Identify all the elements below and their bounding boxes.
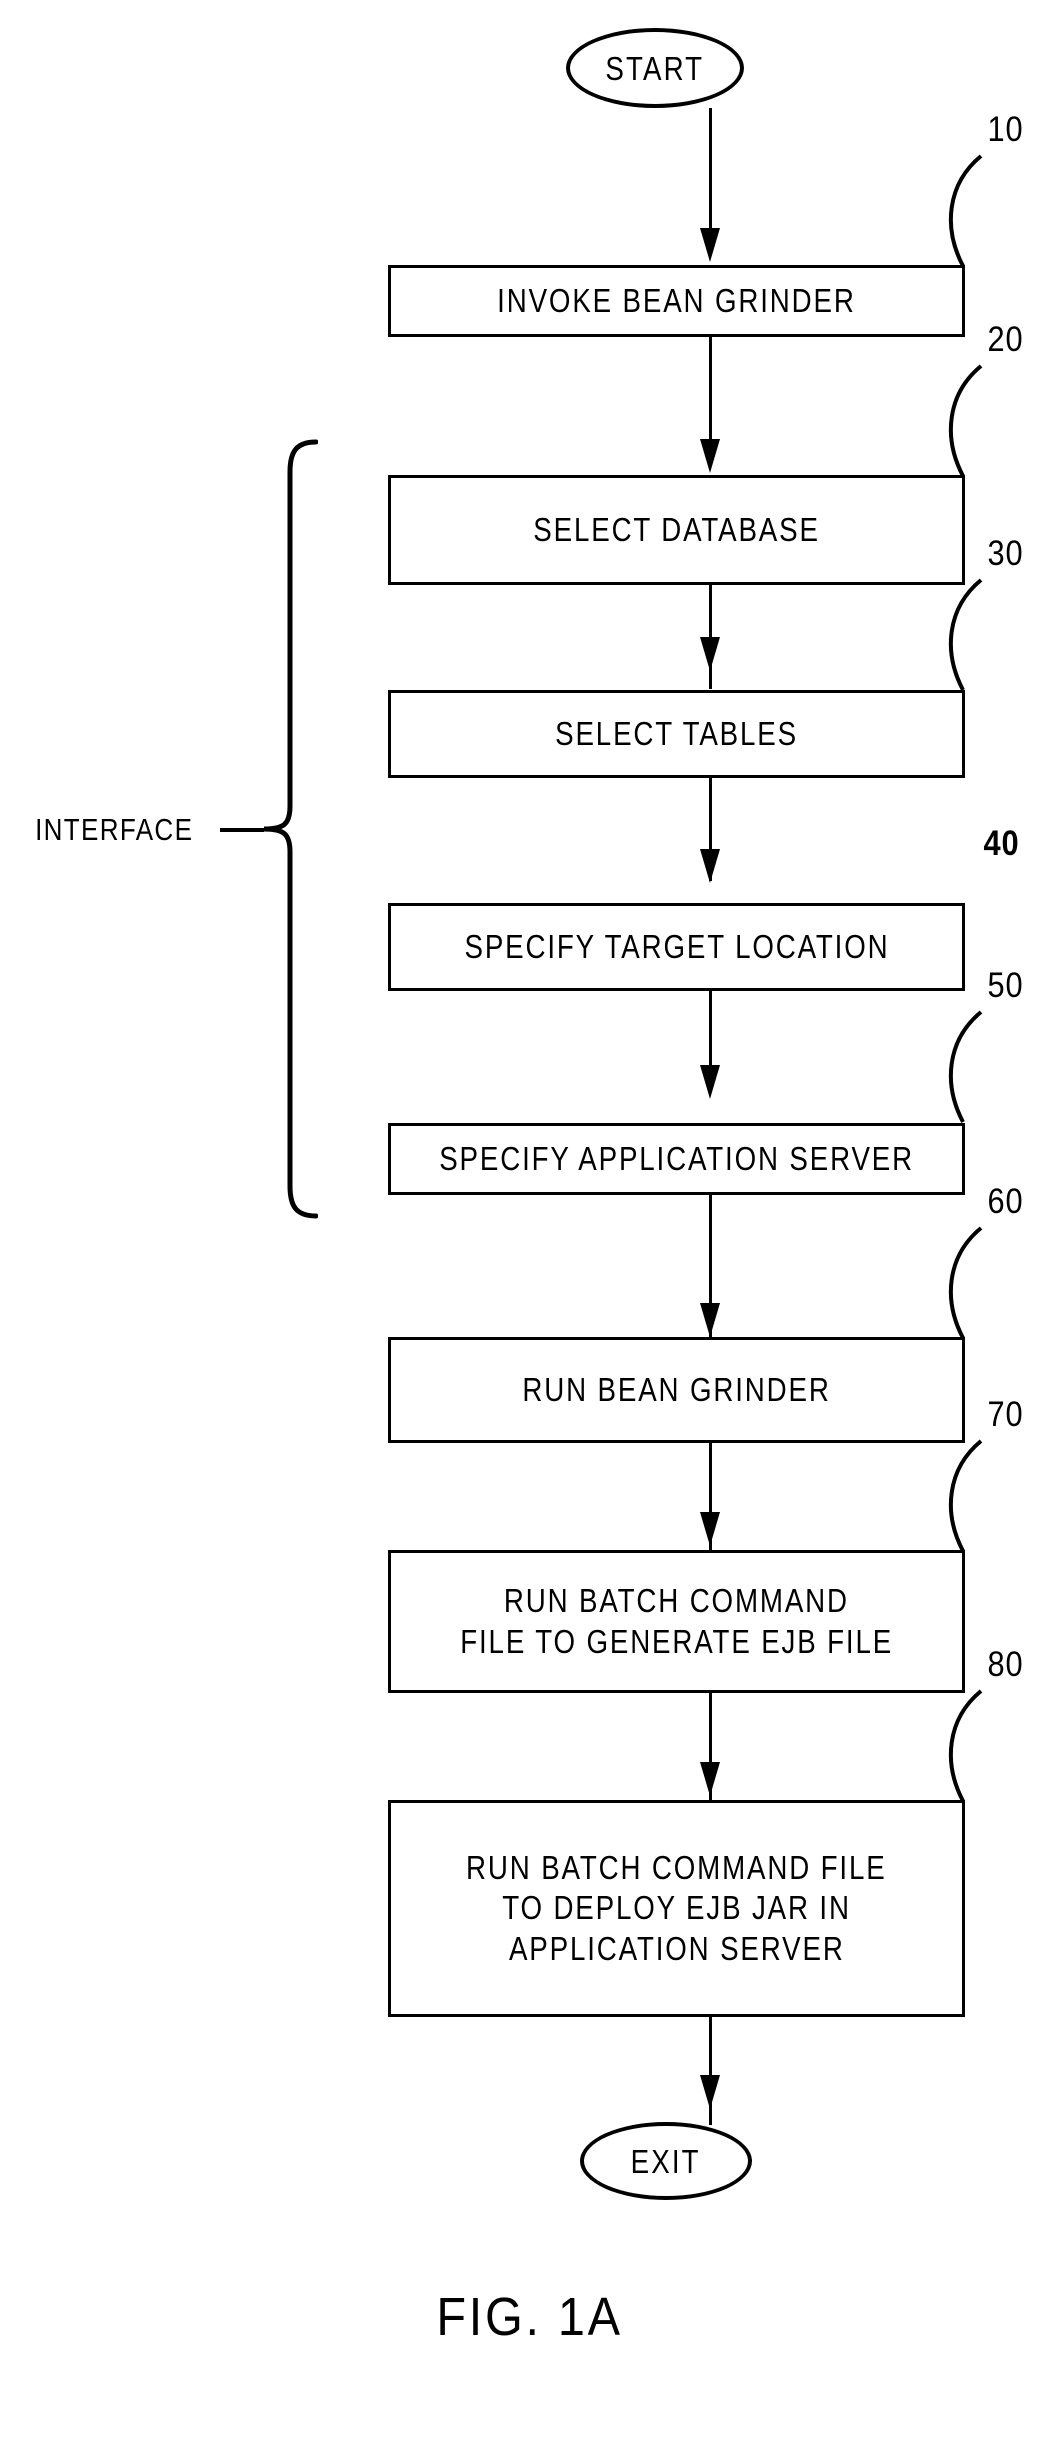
reference-numeral-30: 30 [987,534,1024,573]
exit-terminator: EXIT [580,2122,752,2200]
connector-step-10-to-step-20 [709,337,712,441]
patent-figure-1a: START INVOKE BEAN GRINDER 10 SELECT DATA… [0,0,1060,2460]
figure-caption: FIG. 1A [0,2290,1060,2344]
reference-numeral-60: 60 [987,1182,1024,1221]
arrowhead-step-40-to-step-50 [700,1065,720,1099]
step-box-60-line-1: RUN BEAN GRINDER [522,1370,831,1408]
step-box-80-line-2: TO DEPLOY EJB JAR IN [502,1889,851,1927]
step-box-10-line-1: INVOKE BEAN GRINDER [497,281,856,319]
step-box-80: RUN BATCH COMMAND FILE TO DEPLOY EJB JAR… [388,1800,965,2017]
step-box-70-line-2: FILE TO GENERATE EJB FILE [460,1622,893,1660]
figure-caption-text: FIG. 1A [436,2287,624,2347]
reference-numeral-50: 50 [987,966,1024,1005]
step-box-60: RUN BEAN GRINDER [388,1337,965,1443]
arrowhead-step-30-to-step-40 [700,849,720,883]
step-box-20: SELECT DATABASE [388,475,965,585]
arrowhead-step-50-to-step-60 [700,1303,720,1337]
reference-numeral-70: 70 [987,1395,1024,1434]
step-box-30-line-1: SELECT TABLES [555,714,798,752]
step-box-70: RUN BATCH COMMAND FILE TO GENERATE EJB F… [388,1550,965,1693]
step-box-10: INVOKE BEAN GRINDER [388,265,965,337]
arrowhead-step-80-to-exit [700,2075,720,2109]
reference-numeral-20: 20 [987,320,1024,359]
step-box-50: SPECIFY APPLICATION SERVER [388,1123,965,1195]
arrowhead-start-to-step-10 [700,228,720,262]
reference-numeral-10: 10 [987,110,1024,149]
step-box-80-line-3: APPLICATION SERVER [508,1929,845,1967]
reference-numeral-80: 80 [987,1645,1024,1684]
interface-label-connector [220,828,264,832]
arrowhead-step-60-to-step-70 [700,1512,720,1546]
reference-numeral-40: 40 [983,824,1020,863]
start-terminator-label: START [605,49,705,87]
step-box-30: SELECT TABLES [388,690,965,778]
start-terminator: START [566,28,744,108]
connector-start-to-step-10 [709,108,712,230]
exit-terminator-label: EXIT [630,2142,702,2180]
step-box-40-line-1: SPECIFY TARGET LOCATION [463,927,890,965]
arrowhead-step-10-to-step-20 [700,439,720,473]
interface-label: INTERFACE [35,812,194,847]
step-box-50-line-1: SPECIFY APPLICATION SERVER [439,1139,914,1177]
step-box-70-line-1: RUN BATCH COMMAND [503,1582,850,1620]
step-box-20-line-1: SELECT DATABASE [533,510,820,548]
interface-bracket [263,439,318,1219]
arrowhead-step-70-to-step-80 [700,1762,720,1796]
arrowhead-step-20-to-step-30 [700,637,720,671]
step-box-80-line-1: RUN BATCH COMMAND FILE [466,1849,887,1887]
step-box-40: SPECIFY TARGET LOCATION [388,903,965,991]
